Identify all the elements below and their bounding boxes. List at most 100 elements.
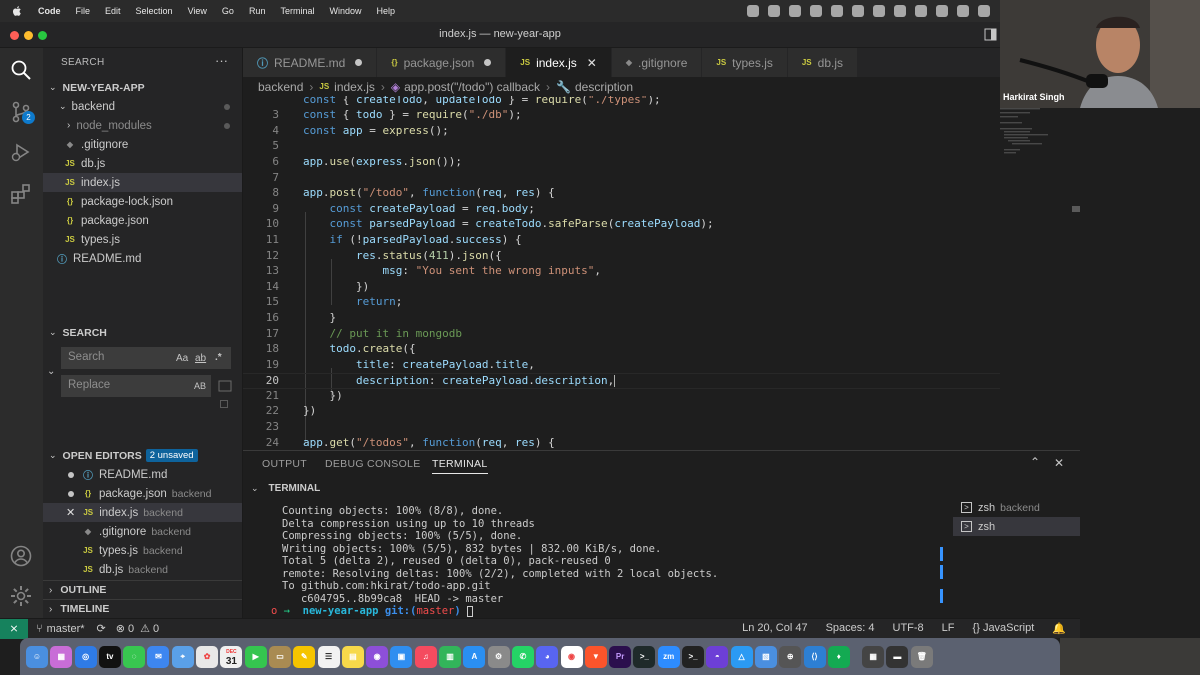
unsaved-dot[interactable]: [68, 471, 74, 478]
premiere-icon[interactable]: Pr: [609, 645, 632, 668]
minimap[interactable]: [1000, 96, 1080, 450]
system-settings-icon[interactable]: ⚙: [487, 645, 510, 668]
preserve-case-toggle[interactable]: AB: [194, 381, 206, 391]
chrome-icon[interactable]: ◉: [560, 645, 583, 668]
menu-view[interactable]: View: [188, 6, 207, 16]
match-whole-word-toggle[interactable]: ab: [195, 353, 206, 364]
keynote-icon[interactable]: ▣: [390, 645, 413, 668]
remote-indicator-icon[interactable]: ⨯: [0, 618, 28, 639]
open-editor-package-json[interactable]: {} package.json backend: [43, 484, 242, 503]
menu-edit[interactable]: Edit: [105, 6, 121, 16]
sync-icon[interactable]: ⟳: [97, 622, 106, 635]
explorer-project-header[interactable]: ⌄ NEW-YEAR-APP: [43, 78, 242, 97]
status-icon[interactable]: [873, 5, 885, 17]
open-editors-header[interactable]: ⌄ OPEN EDITORS 2 unsaved: [43, 446, 242, 465]
breadcrumb-symbol[interactable]: app.post("/todo") callback: [404, 80, 540, 94]
maximize-panel-icon[interactable]: ⌃: [1030, 455, 1040, 469]
unsaved-dot[interactable]: [355, 59, 363, 66]
status-icon[interactable]: [810, 5, 822, 17]
menu-window[interactable]: Window: [329, 6, 361, 16]
tree-file-db-js[interactable]: JS db.js: [43, 154, 242, 173]
code-editor[interactable]: const { createTodo, updateTodo } = requi…: [243, 96, 1000, 450]
arc-browser-icon[interactable]: ◓: [706, 645, 729, 668]
finder-icon[interactable]: ☺: [26, 645, 48, 668]
tab-gitignore[interactable]: ◆ .gitignore: [611, 48, 703, 77]
music-icon[interactable]: ♫: [414, 645, 437, 668]
tree-file-index-js[interactable]: JS index.js: [43, 173, 242, 192]
podcasts-icon[interactable]: ◉: [366, 645, 389, 668]
app-store-icon[interactable]: A: [463, 645, 486, 668]
status-icon[interactable]: [789, 5, 801, 17]
tab-index-js[interactable]: JS index.js ✕: [506, 48, 612, 77]
tree-file-readme[interactable]: ⓘ README.md: [43, 249, 242, 268]
regex-toggle[interactable]: .*: [215, 352, 222, 363]
close-panel-icon[interactable]: ✕: [1054, 456, 1064, 470]
whatsapp-icon[interactable]: ✆: [511, 645, 534, 668]
terminal-list-item[interactable]: > zsh: [953, 517, 1080, 536]
menu-file[interactable]: File: [76, 6, 91, 16]
messages-icon[interactable]: ◌: [123, 645, 146, 668]
search-icon[interactable]: [957, 5, 969, 17]
terminal-app-icon[interactable]: >_: [633, 645, 656, 668]
terminal-section-header[interactable]: ⌄ TERMINAL: [243, 479, 953, 497]
wifi-icon[interactable]: [936, 5, 948, 17]
breadcrumb-file[interactable]: index.js: [334, 80, 375, 94]
menu-go[interactable]: Go: [222, 6, 234, 16]
warning-count[interactable]: 0: [153, 623, 159, 635]
toggle-secondary-sidebar-icon[interactable]: [984, 28, 997, 41]
paw-icon[interactable]: △: [730, 645, 753, 668]
launchpad-icon[interactable]: ▦: [50, 645, 73, 668]
safari-icon[interactable]: ◎: [74, 645, 97, 668]
breadcrumb-folder[interactable]: backend: [258, 80, 303, 94]
close-icon[interactable]: ✕: [66, 506, 75, 519]
facetime-icon[interactable]: ▶: [244, 645, 267, 668]
unsaved-dot[interactable]: [68, 490, 74, 497]
pages-icon[interactable]: ✎: [293, 645, 316, 668]
run-debug-icon[interactable]: [9, 140, 33, 164]
notes-icon[interactable]: ▤: [341, 645, 364, 668]
control-center-icon[interactable]: [978, 5, 990, 17]
menu-app-name[interactable]: Code: [38, 6, 61, 16]
terminal-prompt[interactable]: o → new-year-app git:(master): [271, 605, 474, 617]
end-of-line[interactable]: LF: [942, 622, 955, 635]
open-editor-types-js[interactable]: JS types.js backend: [43, 541, 242, 560]
timeline-section-header[interactable]: › TIMELINE: [43, 599, 242, 618]
open-editor-gitignore[interactable]: ◆ .gitignore backend: [43, 522, 242, 541]
open-editor-readme[interactable]: ⓘ README.md: [43, 465, 242, 484]
search-icon[interactable]: [9, 58, 33, 82]
apple-tv-icon[interactable]: tv: [98, 645, 121, 668]
checkbox-icon[interactable]: [220, 400, 228, 408]
tab-types-js[interactable]: JS types.js: [702, 48, 788, 77]
status-icon[interactable]: [852, 5, 864, 17]
tab-terminal[interactable]: TERMINAL: [432, 458, 488, 474]
vscode-icon[interactable]: ⟨⟩: [803, 645, 826, 668]
menu-selection[interactable]: Selection: [136, 6, 173, 16]
tree-file-gitignore[interactable]: ◆ .gitignore: [43, 135, 242, 154]
status-icon[interactable]: [894, 5, 906, 17]
status-icon[interactable]: [768, 5, 780, 17]
calendar-icon[interactable]: DEC 31: [220, 645, 243, 668]
tab-output[interactable]: OUTPUT: [262, 458, 307, 470]
menu-run[interactable]: Run: [249, 6, 266, 16]
mongodb-compass-icon[interactable]: ♦: [827, 645, 850, 668]
cursor-position[interactable]: Ln 20, Col 47: [742, 622, 807, 635]
extensions-icon[interactable]: [9, 182, 33, 206]
desktop-icon[interactable]: ▬: [886, 645, 909, 668]
zoom-icon[interactable]: zm: [657, 645, 680, 668]
numbers-icon[interactable]: ▥: [439, 645, 462, 668]
tab-readme[interactable]: ⓘ README.md: [243, 48, 378, 77]
toggle-replace-chevron-icon[interactable]: ⌄: [47, 366, 55, 377]
tree-file-package-json[interactable]: {} package.json: [43, 211, 242, 230]
tree-file-types-js[interactable]: JS types.js: [43, 230, 242, 249]
outline-section-header[interactable]: › OUTLINE: [43, 580, 242, 599]
breadcrumb-property[interactable]: description: [575, 80, 633, 94]
close-icon[interactable]: ✕: [587, 56, 597, 70]
unsaved-dot[interactable]: [484, 59, 492, 66]
git-branch[interactable]: master*: [47, 623, 85, 635]
brave-icon[interactable]: ▼: [584, 645, 607, 668]
gear-icon[interactable]: [9, 584, 33, 608]
menu-help[interactable]: Help: [376, 6, 395, 16]
menu-terminal[interactable]: Terminal: [280, 6, 314, 16]
notes-app-icon[interactable]: ▭: [268, 645, 291, 668]
tree-folder-backend[interactable]: ⌄ backend: [43, 97, 242, 116]
